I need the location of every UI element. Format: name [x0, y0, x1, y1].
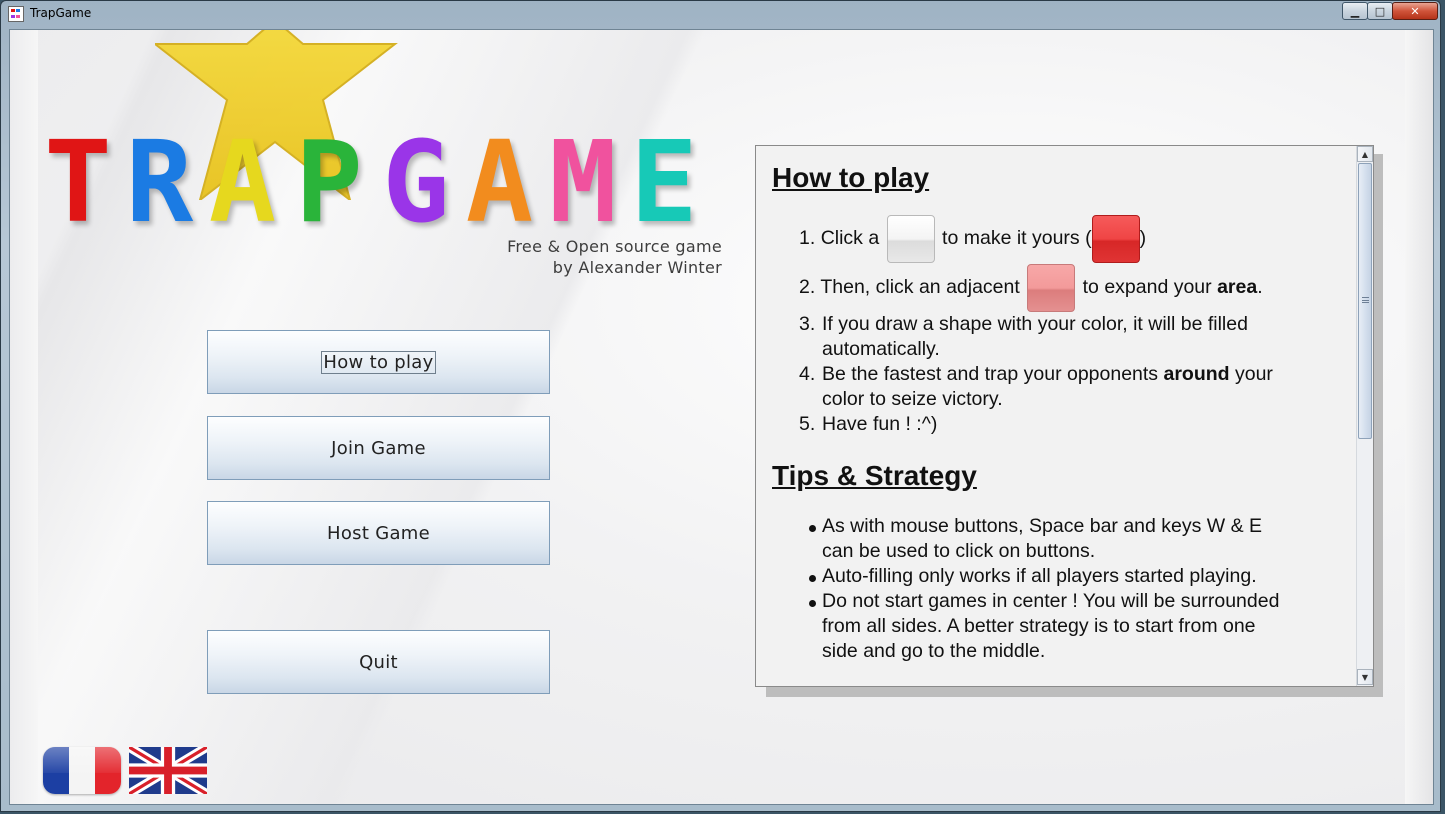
step-4-bold: around: [1163, 363, 1230, 385]
help-step-2: 2. Then, click an adjacent to expand you…: [799, 263, 1263, 312]
subtitle-line-2: by Alexander Winter: [552, 258, 722, 277]
flag-uk-icon[interactable]: [129, 747, 207, 794]
close-button[interactable]: ✕: [1392, 2, 1438, 20]
background-edge-left: [10, 30, 38, 804]
flag-france-icon[interactable]: [43, 747, 121, 794]
step-4-text-b: your: [1229, 363, 1273, 385]
logo-letter-e: E: [630, 118, 698, 248]
tip-3-bullet: [809, 600, 816, 607]
scrollbar-thumb[interactable]: [1358, 163, 1372, 439]
title-bar[interactable]: TrapGame ▁ □ ✕: [1, 1, 1440, 29]
help-panel[interactable]: How to play 1. Click a to make it yours …: [755, 145, 1374, 687]
how-to-play-button[interactable]: How to play: [207, 330, 550, 394]
scroll-down-arrow-icon[interactable]: ▼: [1357, 669, 1373, 685]
step-2-text-c: .: [1257, 276, 1263, 298]
logo-letter-g: G: [382, 118, 450, 248]
step-2-text-a: Then, click an adjacent: [820, 276, 1020, 298]
help-step-3-line-2: automatically.: [822, 338, 940, 360]
app-window: TrapGame ▁ □ ✕ T R A P G A M E Free & Op…: [0, 0, 1441, 812]
step-4-text-a: Be the fastest and trap your opponents: [822, 363, 1164, 385]
flag-gloss: [43, 747, 121, 773]
logo-letter-a: A: [208, 118, 277, 248]
tip-1-bullet: [809, 525, 816, 532]
tip-3-line-2: from all sides. A better strategy is to …: [822, 615, 1256, 637]
help-step-3-num: 3.: [799, 313, 816, 335]
game-logo: T R A P G A M E: [38, 118, 703, 248]
scroll-up-arrow-icon[interactable]: ▲: [1357, 146, 1373, 162]
how-to-play-heading: How to play: [772, 162, 930, 193]
help-step-5-num: 5.: [799, 413, 816, 435]
tip-1-line-2: can be used to click on buttons.: [822, 540, 1096, 562]
step-2-bold: area: [1217, 276, 1258, 298]
main-menu-screen: T R A P G A M E Free & Open source game …: [9, 29, 1434, 805]
step-1-text-a: Click a: [820, 227, 880, 249]
logo-letter-a2: A: [465, 118, 534, 248]
logo-letter-r: R: [125, 118, 194, 248]
step-1-text-c: ): [1139, 227, 1147, 249]
subtitle-line-1: Free & Open source game: [507, 237, 722, 256]
join-game-button[interactable]: Join Game: [207, 416, 550, 480]
window-title: TrapGame: [30, 6, 92, 20]
help-content: How to play 1. Click a to make it yours …: [772, 146, 1357, 686]
tip-2-bullet: [809, 575, 816, 582]
help-step-4-line-1: Be the fastest and trap your opponents a…: [822, 362, 1273, 387]
pink-tile-icon: [1027, 263, 1076, 312]
logo-subtitle: Free & Open source game by Alexander Win…: [460, 236, 722, 278]
help-step-5: Have fun ! :^): [822, 413, 938, 435]
step-2-text-b: to expand your: [1082, 276, 1218, 298]
tip-2-line-1: Auto-filling only works if all players s…: [822, 565, 1257, 587]
app-icon: [8, 6, 24, 22]
tip-3-line-1: Do not start games in center ! You will …: [822, 590, 1280, 612]
help-scrollbar[interactable]: ▲ ▼: [1356, 146, 1373, 686]
window-controls: ▁ □ ✕: [1342, 2, 1438, 21]
help-step-1: 1. Click a to make it yours (): [799, 214, 1146, 263]
logo-letter-p: P: [295, 118, 363, 248]
help-step-4-num: 4.: [799, 363, 816, 385]
tip-3-line-3: side and go to the middle.: [822, 640, 1046, 662]
step-2-number: 2.: [799, 276, 816, 298]
minimize-button[interactable]: ▁: [1342, 2, 1368, 20]
logo-letter-t: T: [44, 118, 112, 248]
tips-heading: Tips & Strategy: [772, 460, 977, 491]
scrollbar-grip-icon: [1362, 297, 1369, 303]
help-step-3-line-1: If you draw a shape with your color, it …: [822, 313, 1248, 335]
tip-1-line-1: As with mouse buttons, Space bar and key…: [822, 515, 1263, 537]
quit-button[interactable]: Quit: [207, 630, 550, 694]
step-1-text-b: to make it yours (: [942, 227, 1092, 249]
join-game-label: Join Game: [331, 437, 426, 459]
logo-letter-m: M: [549, 118, 617, 248]
white-tile-icon: [886, 214, 935, 263]
background-edge-right: [1405, 30, 1433, 804]
host-game-button[interactable]: Host Game: [207, 501, 550, 565]
red-tile-icon: [1091, 214, 1140, 263]
step-1-number: 1.: [799, 227, 816, 249]
host-game-label: Host Game: [327, 522, 430, 544]
quit-label: Quit: [359, 651, 398, 673]
how-to-play-label: How to play: [321, 350, 436, 374]
help-step-4-line-2: color to seize victory.: [822, 388, 1003, 410]
maximize-button[interactable]: □: [1367, 2, 1393, 20]
